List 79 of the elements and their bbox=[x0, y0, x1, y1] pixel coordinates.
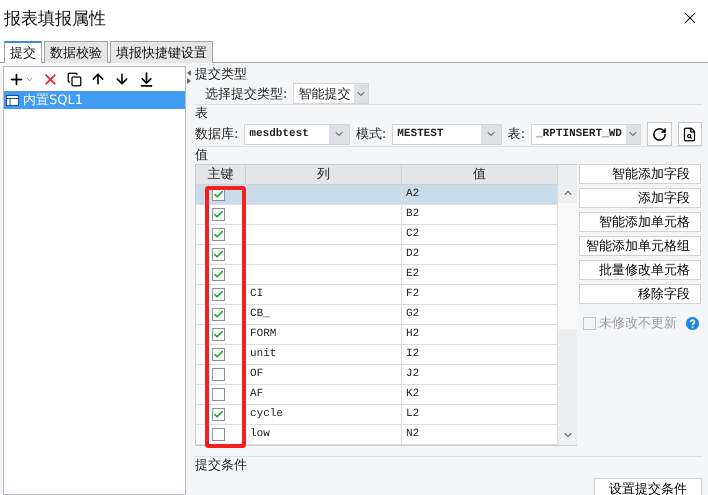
table-select[interactable]: _RPTINSERT_WD bbox=[531, 124, 642, 144]
set-condition-button[interactable]: 设置提交条件 bbox=[594, 478, 702, 495]
action-button[interactable]: 添加字段 bbox=[579, 188, 701, 208]
table-row[interactable]: OF J2 bbox=[196, 365, 558, 385]
check-icon bbox=[213, 289, 224, 300]
action-button[interactable]: 智能添加单元格 bbox=[579, 212, 701, 232]
check-icon bbox=[213, 269, 224, 280]
table-cell: AF bbox=[246, 385, 402, 404]
check-icon bbox=[213, 209, 224, 220]
checkbox[interactable] bbox=[212, 248, 225, 261]
tab[interactable]: 提交 bbox=[4, 41, 42, 63]
database-select[interactable]: mesdbtest bbox=[244, 124, 350, 144]
scrollbar[interactable] bbox=[558, 165, 577, 445]
table-cell: unit bbox=[246, 345, 402, 364]
database-label: 数据库: bbox=[195, 126, 238, 143]
move-bottom-button[interactable] bbox=[138, 70, 155, 88]
checkbox[interactable] bbox=[212, 348, 225, 361]
table-row[interactable]: AF K2 bbox=[196, 385, 558, 405]
checkbox[interactable] bbox=[212, 268, 225, 281]
checkbox[interactable] bbox=[212, 308, 225, 321]
preview-button[interactable] bbox=[678, 122, 702, 146]
checkbox[interactable] bbox=[212, 208, 225, 221]
checkbox-label: 未修改不更新 bbox=[599, 315, 677, 332]
schema-select[interactable]: MESTEST bbox=[392, 124, 502, 144]
table-icon bbox=[6, 94, 19, 106]
checkbox[interactable] bbox=[212, 428, 225, 441]
tab[interactable]: 数据校验 bbox=[44, 41, 108, 63]
check-icon bbox=[213, 229, 224, 240]
table-row[interactable]: CI F2 bbox=[196, 285, 558, 305]
refresh-button[interactable] bbox=[647, 122, 672, 146]
section-heading: 表 bbox=[195, 105, 209, 122]
table-row[interactable]: cycle L2 bbox=[196, 405, 558, 425]
refresh-icon bbox=[652, 126, 667, 142]
check-icon bbox=[213, 189, 224, 200]
check-icon bbox=[213, 349, 224, 360]
submit-type-select[interactable]: 智能提交 bbox=[293, 83, 370, 104]
table-row[interactable]: A2 bbox=[196, 185, 558, 205]
table-row[interactable]: low N2 bbox=[196, 425, 558, 445]
check-icon bbox=[213, 409, 224, 420]
action-button[interactable]: 智能添加字段 bbox=[579, 164, 701, 184]
section-heading: 提交条件 bbox=[195, 457, 248, 474]
table-row[interactable]: unit I2 bbox=[196, 345, 558, 365]
table-label: 表: bbox=[508, 126, 526, 143]
table-cell: OF bbox=[246, 365, 402, 384]
action-button[interactable]: 批量修改单元格 bbox=[579, 260, 701, 280]
copy-button[interactable] bbox=[67, 70, 82, 88]
action-button[interactable]: 移除字段 bbox=[579, 284, 701, 304]
tab[interactable]: 填报快捷键设置 bbox=[110, 41, 213, 63]
arrow-down-icon bbox=[114, 71, 130, 87]
table-cell: CB_ bbox=[246, 305, 402, 324]
help-icon[interactable] bbox=[686, 316, 699, 330]
checkbox[interactable] bbox=[212, 228, 225, 241]
table-cell: low bbox=[246, 425, 402, 444]
file-search-icon bbox=[682, 126, 698, 142]
table-row[interactable]: C2 bbox=[196, 225, 558, 245]
checkbox[interactable] bbox=[212, 328, 225, 341]
window-title: 报表填报属性 bbox=[4, 8, 106, 30]
table-row[interactable]: D2 bbox=[196, 245, 558, 265]
table-cell: FORM bbox=[246, 325, 402, 344]
table-row[interactable]: CB_ G2 bbox=[196, 305, 558, 325]
check-icon bbox=[213, 309, 224, 320]
table-row[interactable]: B2 bbox=[196, 205, 558, 225]
checkbox[interactable] bbox=[212, 408, 225, 421]
table-row[interactable]: FORM H2 bbox=[196, 325, 558, 345]
copy-icon bbox=[67, 72, 82, 86]
table-cell: CI bbox=[246, 285, 402, 304]
section-heading: 提交类型 bbox=[195, 66, 248, 83]
schema-label: 模式: bbox=[356, 126, 386, 143]
checkbox[interactable] bbox=[212, 388, 225, 401]
check-icon bbox=[213, 329, 224, 340]
action-button[interactable]: 智能添加单元格组 bbox=[579, 236, 701, 256]
submit-type-label: 选择提交类型: bbox=[205, 86, 288, 102]
checkbox[interactable] bbox=[212, 288, 225, 301]
checkbox[interactable] bbox=[212, 368, 225, 381]
table-row[interactable]: E2 bbox=[196, 265, 558, 285]
check-icon bbox=[213, 249, 224, 260]
arrow-to-bottom-icon bbox=[138, 70, 155, 88]
table-cell: cycle bbox=[246, 405, 402, 424]
section-heading: 值 bbox=[195, 147, 209, 164]
